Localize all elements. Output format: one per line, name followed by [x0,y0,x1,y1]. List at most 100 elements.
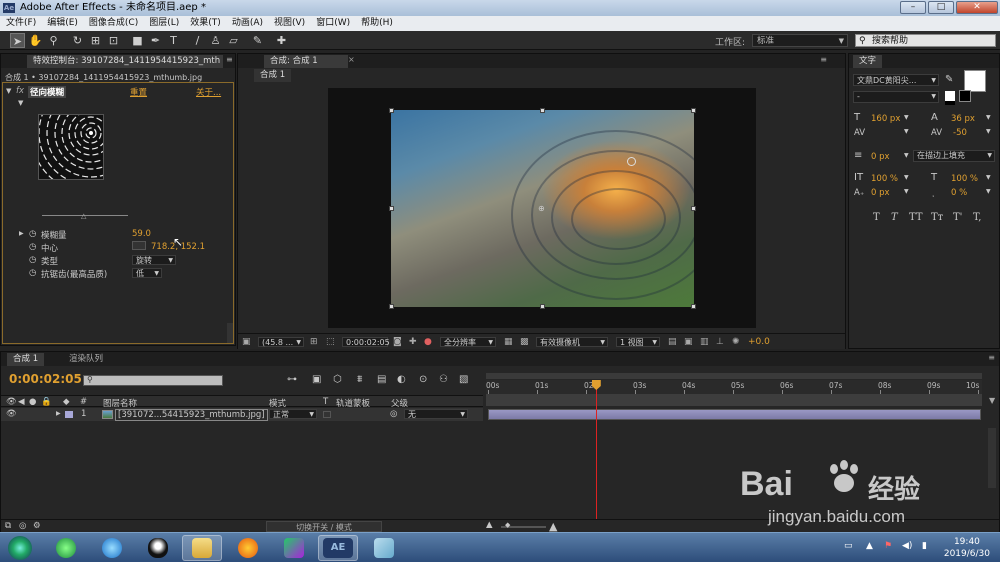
transform-handle[interactable] [691,304,696,309]
close-button[interactable]: ✕ [956,1,998,14]
preview-slider-handle-icon[interactable]: △ [81,212,86,220]
stopwatch-icon[interactable]: ◷ [29,255,36,265]
exposure-value[interactable]: +0.0 [748,337,770,347]
stopwatch-icon[interactable]: ◷ [29,229,36,239]
tab-render-queue[interactable]: 渲染队列 [63,353,109,366]
clone-stamp-tool-icon[interactable]: ♙ [208,33,223,48]
zoom-dropdown[interactable]: (45.8 ... ▼ [258,337,304,347]
fill-color-swatch[interactable] [964,70,986,92]
reset-exposure-icon[interactable]: ✺ [732,337,740,347]
show-snapshot-icon[interactable]: ✚ [409,337,417,347]
selection-tool-icon[interactable]: ➤ [10,33,25,48]
pickwhip-icon[interactable]: ◎ [390,409,397,419]
render-icon[interactable]: ▣ [684,337,693,347]
system-clock[interactable]: 19:40 2019/6/30 [944,536,990,560]
graph-editor-icon[interactable]: ⊙ [419,374,427,385]
pen-tool-icon[interactable]: ✒ [148,33,163,48]
menu-view[interactable]: 视图(V) [274,16,305,31]
solo-icon[interactable]: ● [29,397,36,407]
camera-dropdown[interactable]: 有效摄像机 ▼ [536,337,608,347]
brush-tool-icon[interactable]: / [190,33,205,48]
start-button[interactable] [2,535,38,561]
close-tab-icon[interactable]: × [348,55,355,64]
expand-transfer-controls-icon[interactable]: ◎ [19,521,26,531]
zoom-out-icon[interactable]: ▲ [486,520,493,530]
auto-keyframe-icon[interactable]: ▧ [459,374,468,385]
tsume-value[interactable]: 0 % [951,188,967,198]
live-update-icon[interactable]: ▣ [312,374,321,385]
taskbar-app-explorer[interactable] [182,535,222,561]
param-blur-amount-value[interactable]: 59.0 [132,229,151,239]
transparency-grid-icon[interactable]: ▩ [520,337,529,347]
small-caps-button[interactable]: Tт [931,212,943,223]
rotate-tool-icon[interactable]: ↻ [70,33,85,48]
resolution-dropdown[interactable]: 全分辨率 ▼ [440,337,496,347]
menu-edit[interactable]: 编辑(E) [47,16,78,31]
vertical-scale-value[interactable]: 100 % [871,174,898,184]
transform-handle[interactable] [389,206,394,211]
menu-help[interactable]: 帮助(H) [361,16,393,31]
snapshot-icon[interactable]: ◙ [393,337,402,347]
transform-handle[interactable] [691,108,696,113]
expand-arrow-icon[interactable]: ▼ [18,99,23,107]
radial-blur-preview[interactable] [38,114,104,180]
font-family-dropdown[interactable]: 文鼎DC黄阳尖... ▼ [853,74,939,86]
network-icon[interactable]: ▮ [922,541,927,551]
layer-name[interactable]: [391072...54415923_mthumb.jpg] [115,409,268,421]
panel-menu-icon[interactable]: ≡ [226,55,233,64]
tray-expand-icon[interactable]: ▲ [866,541,873,551]
channel-icon[interactable]: ● [424,337,432,347]
hand-tool-icon[interactable]: ✋ [28,33,43,48]
motion-blur-icon[interactable]: ◐ [397,374,406,385]
collapse-arrow-icon[interactable]: ▼ [6,87,11,95]
effect-center-crosshair-icon[interactable] [627,157,636,166]
label-color-swatch[interactable] [65,411,73,418]
layer-row[interactable]: 👁 ▶ 1 [391072...54415923_mthumb.jpg] 正常 ▼… [1,408,483,421]
frame-blending-icon[interactable]: ▤ [377,374,386,385]
roto-brush-tool-icon[interactable]: ✎ [250,33,265,48]
taskbar-app-firefox[interactable] [228,535,268,561]
crosshair-icon[interactable] [132,241,146,250]
tab-effect-controls[interactable]: 特效控制台: 39107284_1411954415923_mth [27,55,223,68]
stopwatch-icon[interactable]: ◷ [29,268,36,278]
safe-margins-icon[interactable]: ⊞ [310,337,318,347]
expand-in-out-icon[interactable]: ⚙ [33,521,41,531]
flowchart-icon[interactable]: ⊥ [716,337,724,347]
zoom-tool-icon[interactable]: ⚲ [46,33,61,48]
tab-character[interactable]: 文字 [853,55,883,68]
horizontal-scale-value[interactable]: 100 % [951,174,978,184]
search-help-input[interactable]: ⚲ 搜索帮助 [855,34,996,47]
puppet-pin-tool-icon[interactable]: ✚ [274,33,289,48]
volume-icon[interactable]: ◀) [902,541,912,551]
chevron-down-icon[interactable]: ▼ [986,188,991,195]
taskbar-app-qq[interactable] [138,535,178,561]
fast-previews-icon[interactable]: ▦ [504,337,513,347]
hide-shy-layers-icon[interactable]: ⩩ [357,374,362,385]
panel-menu-icon[interactable]: ≡ [988,353,995,362]
chevron-down-icon[interactable]: ▼ [986,114,991,121]
region-of-interest-icon[interactable]: ⬚ [326,337,335,347]
tab-timeline-comp[interactable]: 合成 1 [7,353,45,366]
faux-italic-button[interactable]: T [891,212,898,223]
layer-duration-bar[interactable] [488,409,981,420]
reset-link[interactable]: 重置 [130,86,147,98]
toggle-switches-modes-button[interactable]: 切换开关 / 模式 [266,521,382,532]
stopwatch-icon[interactable]: ◷ [29,242,36,252]
about-link[interactable]: 关于... [196,86,221,98]
panel-menu-icon[interactable]: ≡ [820,55,827,64]
effect-name[interactable]: 径向模糊 [28,86,67,98]
taskbar-app-player[interactable] [274,535,314,561]
menu-composition[interactable]: 图像合成(C) [89,16,138,31]
chevron-down-icon[interactable]: ▼ [986,128,991,135]
param-antialias-dropdown[interactable]: 低 ▼ [132,268,162,278]
transform-handle[interactable] [540,304,545,309]
timeline-scrollbar[interactable] [988,428,996,488]
pan-behind-tool-icon[interactable]: ⊡ [106,33,121,48]
tray-flag-icon[interactable]: ⚑ [884,541,892,551]
scrollbar[interactable] [227,323,233,343]
chevron-down-icon[interactable]: ▼ [904,174,909,181]
comp-mini-flowchart-icon[interactable]: ⊶ [287,374,297,385]
eraser-tool-icon[interactable]: ▱ [226,33,241,48]
tray-keyboard-icon[interactable]: ▭ [844,541,853,551]
expand-arrow-icon[interactable]: ▶ [56,410,61,417]
